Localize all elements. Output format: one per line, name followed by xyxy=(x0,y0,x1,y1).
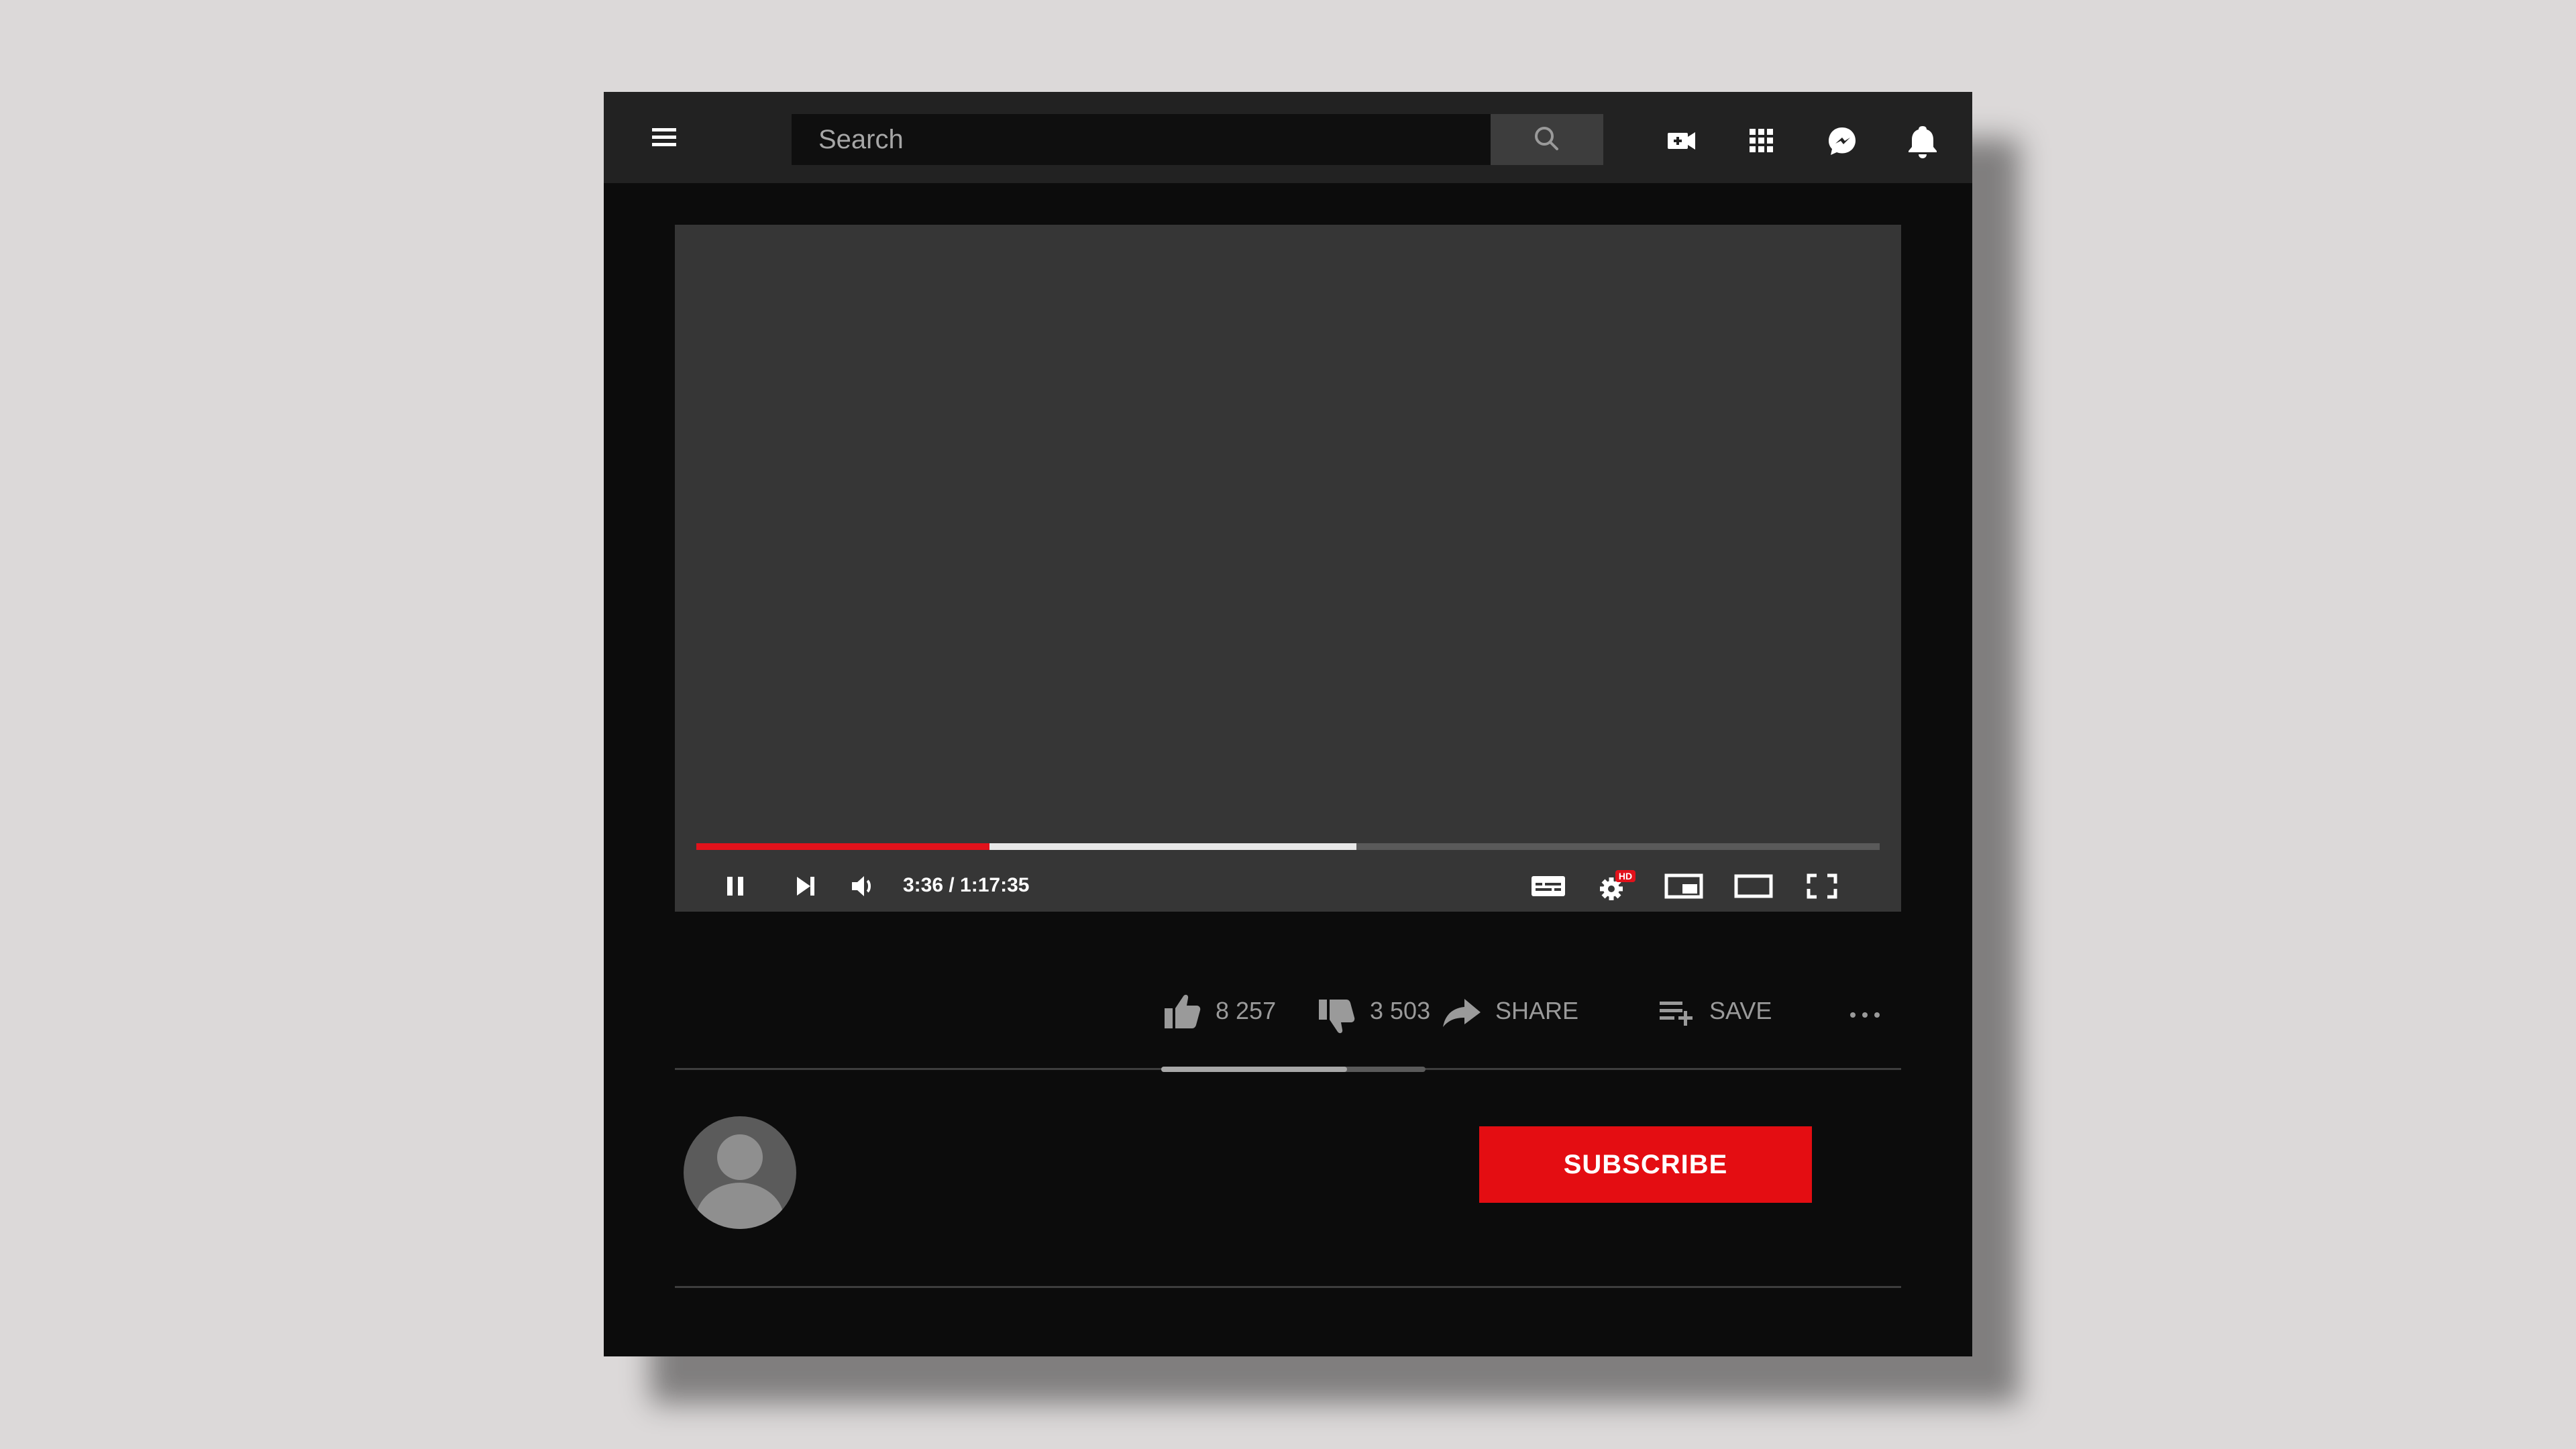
volume-button[interactable] xyxy=(837,862,891,909)
search-icon xyxy=(1535,127,1558,150)
video-player[interactable]: 3:36 / 1:17:35 HD xyxy=(675,225,1901,912)
share-button[interactable]: SHARE xyxy=(1440,977,1578,1044)
fullscreen-button[interactable] xyxy=(1795,862,1849,909)
menu-button[interactable] xyxy=(641,117,688,158)
theater-mode-icon xyxy=(1734,874,1773,898)
dislike-count: 3 503 xyxy=(1370,997,1431,1024)
like-ratio-fill xyxy=(1161,1067,1347,1072)
create-video-button[interactable] xyxy=(1654,114,1708,168)
share-label: SHARE xyxy=(1495,997,1579,1024)
more-dots-icon xyxy=(1850,1012,1880,1018)
skip-next-icon xyxy=(797,877,814,896)
fullscreen-icon xyxy=(1807,873,1837,899)
like-count: 8 257 xyxy=(1216,997,1277,1024)
save-button[interactable]: SAVE xyxy=(1654,977,1772,1044)
miniplayer-icon xyxy=(1664,873,1703,899)
miniplayer-button[interactable] xyxy=(1657,862,1711,909)
save-label: SAVE xyxy=(1709,997,1772,1024)
messages-button[interactable] xyxy=(1815,114,1869,168)
video-actions: 8 257 3 503 SHARE SAVE xyxy=(604,977,1972,1058)
thumbs-down-icon xyxy=(1319,1000,1355,1034)
notifications-button[interactable] xyxy=(1896,114,1949,168)
like-dislike-ratio-bar xyxy=(1161,1067,1426,1072)
messages-icon xyxy=(1829,127,1856,155)
time-display: 3:36 / 1:17:35 xyxy=(903,874,1030,896)
save-playlist-icon xyxy=(1660,1002,1693,1026)
dislike-button[interactable]: 3 503 xyxy=(1315,977,1430,1044)
search-input[interactable] xyxy=(792,114,1491,165)
like-button[interactable]: 8 257 xyxy=(1161,977,1276,1044)
subscribe-button[interactable]: SUBSCRIBE xyxy=(1479,1126,1812,1203)
settings-button[interactable]: HD xyxy=(1587,862,1641,909)
channel-avatar[interactable] xyxy=(683,1116,797,1230)
apps-grid-icon xyxy=(1750,129,1773,152)
app-window: 3:36 / 1:17:35 H xyxy=(604,92,1972,1356)
apps-button[interactable] xyxy=(1735,114,1788,168)
notifications-bell-icon xyxy=(1909,126,1937,158)
theater-mode-button[interactable] xyxy=(1727,862,1780,909)
thumbs-up-icon xyxy=(1165,994,1201,1028)
top-bar xyxy=(604,92,1972,183)
share-arrow-icon xyxy=(1443,999,1481,1027)
user-avatar-icon xyxy=(684,1116,796,1229)
hd-badge: HD xyxy=(1619,871,1632,881)
progress-bar[interactable] xyxy=(696,843,1880,850)
played-progress xyxy=(696,843,990,850)
next-button[interactable] xyxy=(778,862,832,909)
subtitles-icon xyxy=(1532,876,1565,896)
more-actions-button[interactable] xyxy=(1841,977,1900,1044)
settings-gear-icon: HD xyxy=(1600,870,1635,900)
pause-button[interactable] xyxy=(708,862,762,909)
search-button[interactable] xyxy=(1491,114,1603,165)
channel-divider xyxy=(675,1286,1901,1288)
volume-icon xyxy=(852,876,871,896)
pause-icon xyxy=(727,877,743,896)
subtitles-button[interactable] xyxy=(1521,862,1575,909)
create-video-icon xyxy=(1668,132,1695,150)
menu-icon xyxy=(652,128,676,146)
